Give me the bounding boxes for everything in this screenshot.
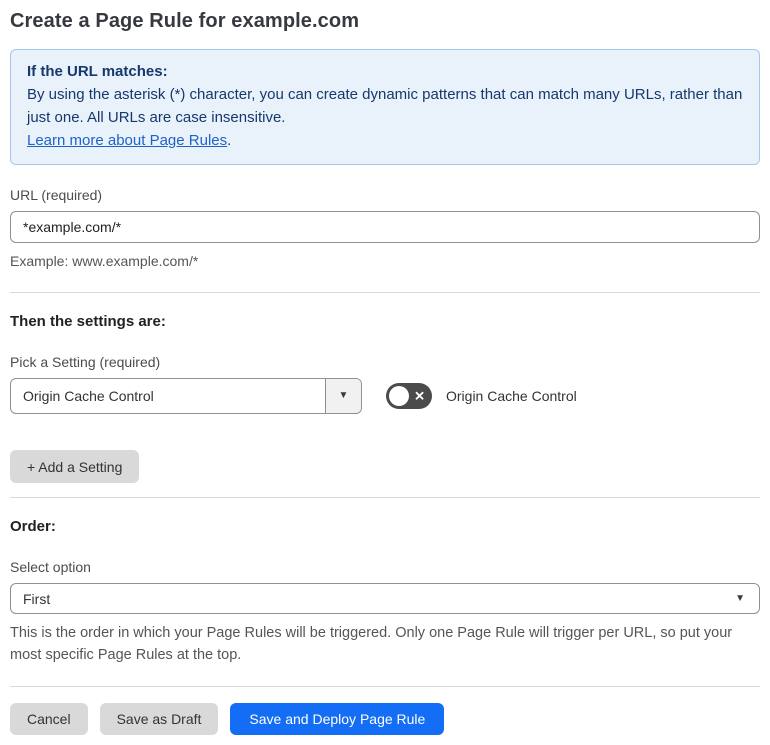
order-section-heading: Order:	[10, 518, 56, 535]
select-option-label: Select option	[10, 559, 91, 575]
setting-dropdown[interactable]: Origin Cache Control ▼	[10, 378, 362, 414]
chevron-down-icon: ▼	[735, 592, 745, 604]
setting-row: Origin Cache Control ▼ ✕ Origin Cache Co…	[10, 378, 760, 414]
info-box-body: By using the asterisk (*) character, you…	[27, 86, 743, 126]
url-example-text: Example: www.example.com/*	[10, 253, 199, 269]
toggle-knob	[389, 386, 409, 406]
url-match-info-box: If the URL matches: By using the asteris…	[10, 49, 760, 165]
origin-cache-control-toggle[interactable]: ✕	[386, 383, 432, 409]
learn-more-link[interactable]: Learn more about Page Rules	[27, 132, 227, 149]
create-page-rule-form: Create a Page Rule for example.com If th…	[0, 0, 770, 745]
info-box-link-line: Learn more about Page Rules.	[27, 129, 743, 152]
order-help-text: This is the order in which your Page Rul…	[10, 625, 733, 663]
settings-section-heading: Then the settings are:	[10, 313, 166, 330]
save-and-deploy-button[interactable]: Save and Deploy Page Rule	[230, 703, 445, 735]
pick-setting-label: Pick a Setting (required)	[10, 354, 161, 370]
link-suffix: .	[227, 132, 232, 149]
setting-dropdown-value: Origin Cache Control	[23, 388, 154, 404]
add-setting-button[interactable]: + Add a Setting	[10, 450, 140, 483]
toggle-label: Origin Cache Control	[446, 388, 577, 404]
divider	[10, 686, 760, 687]
page-title: Create a Page Rule for example.com	[10, 10, 360, 32]
divider	[10, 497, 760, 498]
cancel-button[interactable]: Cancel	[10, 703, 88, 735]
footer-actions: Cancel Save as Draft Save and Deploy Pag…	[10, 703, 760, 735]
setting-dropdown-button[interactable]: ▼	[325, 379, 361, 413]
save-as-draft-button[interactable]: Save as Draft	[99, 703, 219, 735]
url-input[interactable]	[10, 211, 760, 243]
info-box-heading: If the URL matches:	[27, 63, 168, 80]
x-icon: ✕	[414, 388, 425, 404]
url-label: URL (required)	[10, 187, 103, 203]
chevron-down-icon: ▼	[338, 390, 349, 401]
divider	[10, 292, 760, 293]
order-select[interactable]: First ▼	[10, 583, 760, 614]
order-select-value: First	[23, 590, 51, 607]
